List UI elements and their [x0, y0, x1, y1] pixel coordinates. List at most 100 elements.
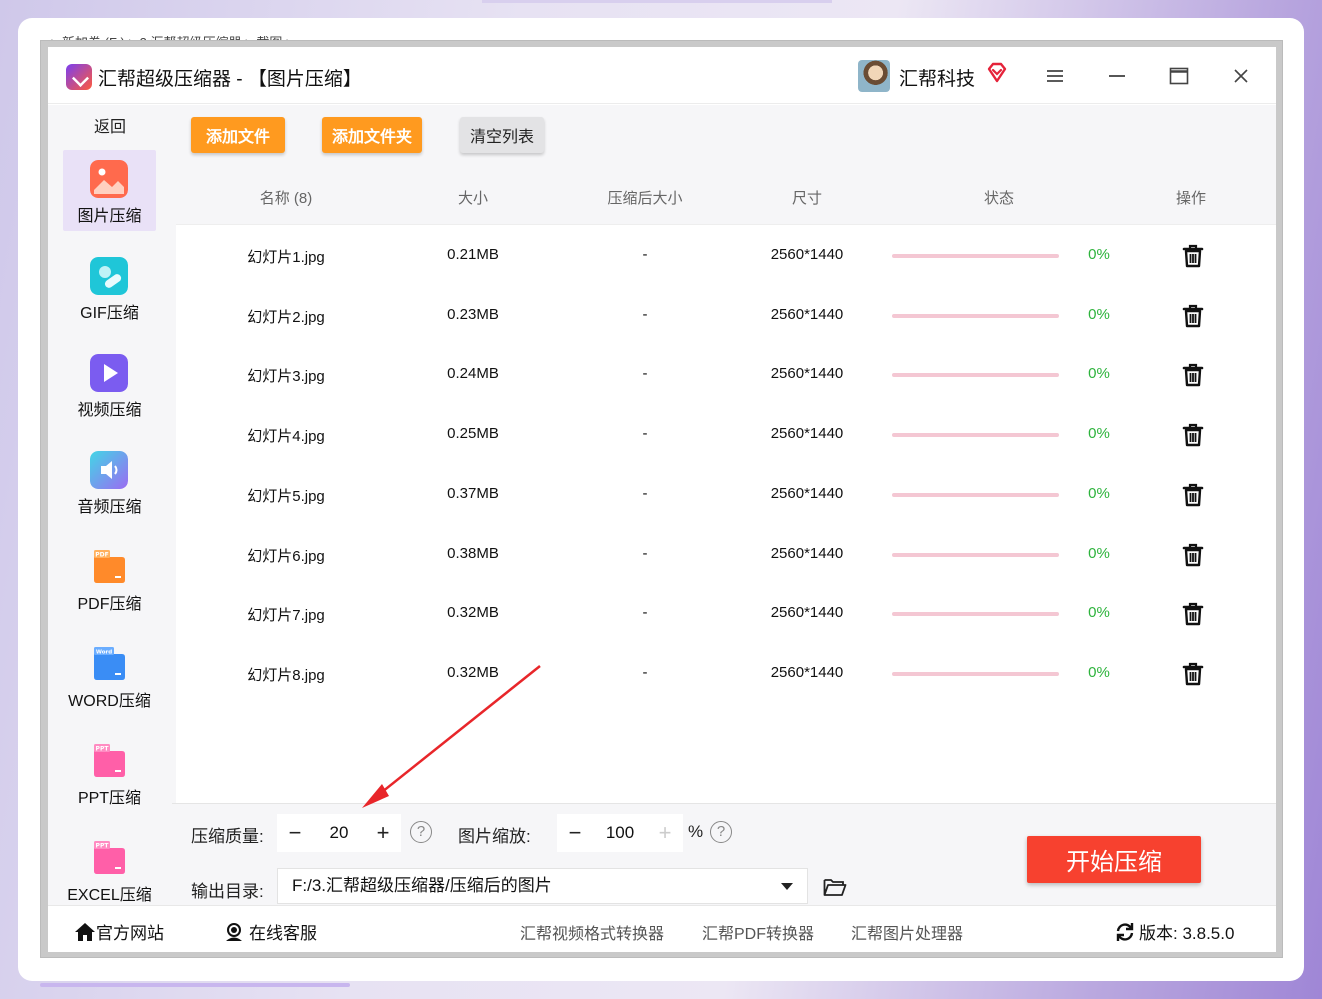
- scale-input[interactable]: 100: [593, 823, 647, 843]
- progress-bar: [892, 314, 1059, 318]
- delete-trash-icon[interactable]: [1182, 543, 1204, 567]
- close-icon[interactable]: [1226, 62, 1256, 90]
- image-icon: [90, 160, 128, 198]
- folder-open-icon[interactable]: [823, 877, 847, 897]
- progress-bar: [892, 672, 1059, 676]
- quality-increase-button[interactable]: +: [365, 814, 401, 852]
- progress-percent: 0%: [1088, 365, 1110, 382]
- tool-link-video-converter[interactable]: 汇帮视频格式转换器: [520, 920, 664, 944]
- file-name: 幻灯片2.jpg: [247, 309, 325, 326]
- official-site-link[interactable]: 官方网站: [74, 919, 164, 944]
- compressed-size: -: [642, 306, 648, 323]
- progress-bar: [892, 433, 1059, 437]
- start-compress-button[interactable]: 开始压缩: [1027, 836, 1201, 883]
- user-name[interactable]: 汇帮科技: [899, 64, 975, 91]
- delete-trash-icon[interactable]: [1182, 662, 1204, 686]
- version-info[interactable]: 版本: 3.8.5.0: [1114, 919, 1234, 944]
- title-bar: 汇帮超级压缩器 - 【图片压缩】 汇帮科技: [48, 47, 1276, 104]
- compressed-size: -: [642, 485, 648, 502]
- sidebar-item-excel[interactable]: PPT EXCEL压缩: [63, 829, 156, 910]
- back-button[interactable]: 返回: [48, 113, 172, 137]
- image-dimensions: 2560*1440: [770, 545, 844, 562]
- file-size: 0.23MB: [447, 306, 499, 323]
- delete-trash-icon[interactable]: [1182, 602, 1204, 626]
- scale-decrease-button[interactable]: −: [557, 814, 593, 852]
- avatar[interactable]: [858, 60, 890, 92]
- compressed-size: -: [642, 365, 648, 382]
- scale-increase-button[interactable]: +: [647, 814, 683, 852]
- sidebar-item-image[interactable]: 图片压缩: [63, 150, 156, 231]
- quality-help-icon[interactable]: ?: [410, 821, 432, 843]
- table-row[interactable]: 幻灯片2.jpg 0.23MB - 2560*1440 0%: [176, 286, 1276, 346]
- file-name: 幻灯片4.jpg: [247, 428, 325, 445]
- quality-input[interactable]: 20: [313, 823, 365, 843]
- progress-bar: [892, 373, 1059, 377]
- image-dimensions: 2560*1440: [770, 306, 844, 323]
- delete-trash-icon[interactable]: [1182, 363, 1204, 387]
- progress-bar: [892, 553, 1059, 557]
- vip-diamond-icon[interactable]: [985, 61, 1009, 85]
- delete-trash-icon[interactable]: [1182, 304, 1204, 328]
- add-folder-button[interactable]: 添加文件夹: [322, 117, 422, 153]
- file-name: 幻灯片1.jpg: [247, 249, 325, 266]
- scale-help-icon[interactable]: ?: [710, 821, 732, 843]
- file-name: 幻灯片3.jpg: [247, 368, 325, 385]
- image-dimensions: 2560*1440: [770, 604, 844, 621]
- sidebar-item-label: EXCEL压缩: [67, 887, 152, 904]
- delete-trash-icon[interactable]: [1182, 244, 1204, 268]
- table-row[interactable]: 幻灯片7.jpg 0.32MB - 2560*1440 0%: [176, 584, 1276, 644]
- table-row[interactable]: 幻灯片1.jpg 0.21MB - 2560*1440 0%: [176, 226, 1276, 286]
- table-row[interactable]: 幻灯片4.jpg 0.25MB - 2560*1440 0%: [176, 405, 1276, 465]
- audio-icon: [90, 451, 128, 489]
- headset-icon: [226, 922, 242, 941]
- sidebar-item-audio[interactable]: 音频压缩: [63, 441, 156, 522]
- svg-text:PPT: PPT: [96, 746, 110, 753]
- table-row[interactable]: 幻灯片6.jpg 0.38MB - 2560*1440 0%: [176, 525, 1276, 585]
- sidebar-item-gif[interactable]: GIF压缩: [63, 247, 156, 328]
- progress-percent: 0%: [1088, 306, 1110, 323]
- file-size: 0.37MB: [447, 485, 499, 502]
- quality-label: 压缩质量:: [191, 827, 264, 846]
- sidebar-item-ppt[interactable]: PPT PPT压缩: [63, 732, 156, 813]
- add-file-button[interactable]: 添加文件: [191, 117, 285, 153]
- table-row[interactable]: 幻灯片8.jpg 0.32MB - 2560*1440 0%: [176, 644, 1276, 704]
- quality-decrease-button[interactable]: −: [277, 814, 313, 852]
- delete-trash-icon[interactable]: [1182, 423, 1204, 447]
- app-logo-icon: [66, 64, 92, 90]
- minimize-icon[interactable]: [1102, 62, 1132, 90]
- file-size: 0.32MB: [447, 664, 499, 681]
- compressed-size: -: [642, 246, 648, 263]
- sidebar-item-video[interactable]: 视频压缩: [63, 344, 156, 425]
- online-service-label: 在线客服: [249, 924, 317, 943]
- word-file-icon: Word: [94, 647, 125, 680]
- tool-link-image-processor[interactable]: 汇帮图片处理器: [851, 920, 963, 944]
- refresh-icon: [1116, 922, 1134, 941]
- file-size: 0.24MB: [447, 365, 499, 382]
- file-name: 幻灯片7.jpg: [247, 607, 325, 624]
- column-header-status: 状态: [983, 190, 1014, 207]
- sidebar-item-pdf[interactable]: PDF PDF压缩: [63, 538, 156, 619]
- delete-trash-icon[interactable]: [1182, 483, 1204, 507]
- ppt-file-icon: PPT: [94, 744, 125, 777]
- sidebar-item-label: GIF压缩: [80, 305, 139, 322]
- table-row[interactable]: 幻灯片3.jpg 0.24MB - 2560*1440 0%: [176, 345, 1276, 405]
- table-row[interactable]: 幻灯片5.jpg 0.37MB - 2560*1440 0%: [176, 465, 1276, 525]
- background-strip: [482, 0, 832, 3]
- file-table: 名称 (8) 大小 压缩后大小 尺寸 状态 操作 幻灯片1.jpg 0.21MB -…: [176, 167, 1276, 803]
- column-header-size: 大小: [457, 190, 488, 207]
- tool-link-pdf-converter[interactable]: 汇帮PDF转换器: [702, 920, 814, 944]
- clear-list-button[interactable]: 清空列表: [460, 117, 544, 153]
- file-name: 幻灯片5.jpg: [247, 488, 325, 505]
- scale-stepper: − 100 +: [557, 814, 683, 852]
- online-service-link[interactable]: 在线客服: [223, 919, 317, 944]
- column-header-name: 名称 (8): [259, 190, 313, 207]
- hamburger-menu-icon[interactable]: [1040, 62, 1070, 90]
- compressed-size: -: [642, 425, 648, 442]
- settings-panel: 压缩质量: − 20 + ? 图片缩放: − 100 + % ? 输出目录: F…: [172, 803, 1276, 905]
- maximize-icon[interactable]: [1164, 62, 1194, 90]
- image-dimensions: 2560*1440: [770, 425, 844, 442]
- file-size: 0.32MB: [447, 604, 499, 621]
- sidebar-item-word[interactable]: Word WORD压缩: [63, 635, 156, 716]
- output-dir-select[interactable]: F:/3.汇帮超级压缩器/压缩后的图片: [277, 868, 808, 904]
- file-size: 0.38MB: [447, 545, 499, 562]
